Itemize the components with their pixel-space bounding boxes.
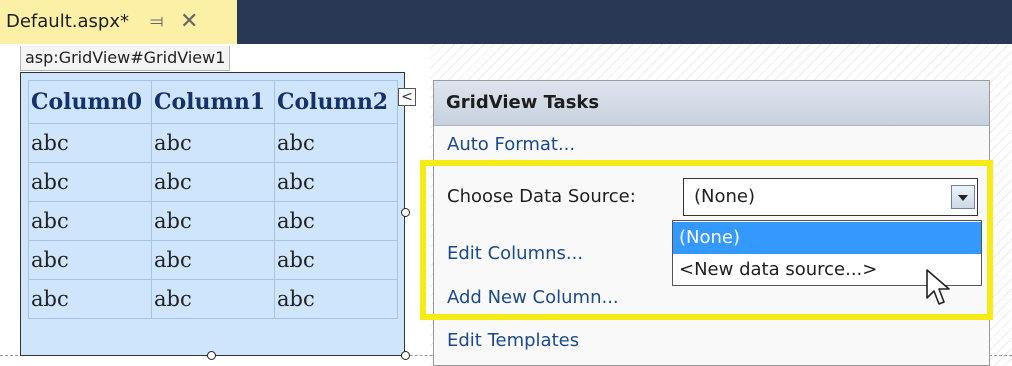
table-row: abc abc abc — [28, 240, 398, 280]
auto-format-link[interactable]: Auto Format... — [447, 134, 575, 155]
column-header: Column2 — [274, 80, 398, 124]
resize-handle-bottom[interactable] — [207, 351, 216, 360]
dropdown-arrow-button[interactable] — [951, 185, 975, 209]
table-cell: abc — [274, 123, 398, 163]
chevron-down-icon — [958, 195, 968, 201]
edit-templates-link[interactable]: Edit Templates — [447, 330, 579, 351]
table-cell: abc — [274, 279, 398, 319]
pin-icon[interactable]: ⫤ — [150, 0, 164, 44]
data-source-select[interactable]: (None) — [683, 178, 978, 216]
table-cell: abc — [28, 201, 152, 241]
table-cell: abc — [151, 201, 275, 241]
table-row: abc abc abc — [28, 123, 398, 163]
element-breadcrumb[interactable]: asp:GridView#GridView1 — [20, 46, 231, 71]
smart-tag-button[interactable]: < — [398, 88, 416, 106]
document-tab[interactable]: Default.aspx* ⫤ ✕ — [0, 0, 237, 44]
column-header: Column0 — [28, 80, 152, 124]
column-header: Column1 — [151, 80, 275, 124]
table-cell: abc — [274, 201, 398, 241]
table-header-row: Column0 Column1 Column2 — [28, 80, 398, 124]
table-cell: abc — [28, 240, 152, 280]
table-cell: abc — [151, 123, 275, 163]
table-cell: abc — [28, 279, 152, 319]
table-row: abc abc abc — [28, 162, 398, 202]
resize-handle-corner[interactable] — [401, 351, 410, 360]
close-icon[interactable]: ✕ — [180, 0, 198, 44]
table-row: abc abc abc — [28, 201, 398, 241]
document-tab-title[interactable]: Default.aspx* — [6, 0, 129, 44]
table-cell: abc — [274, 240, 398, 280]
table-cell: abc — [151, 162, 275, 202]
resize-handle-right[interactable] — [401, 208, 410, 217]
dropdown-option-none[interactable]: (None) — [673, 222, 981, 254]
tasks-panel-header: GridView Tasks — [434, 81, 989, 126]
tasks-panel-title: GridView Tasks — [446, 92, 600, 113]
table-row: abc abc abc — [28, 279, 398, 319]
data-source-selected-value: (None) — [694, 186, 756, 207]
table-cell: abc — [151, 279, 275, 319]
gridview-table[interactable]: Column0 Column1 Column2 abc abc abc abc … — [28, 80, 398, 319]
table-cell: abc — [151, 240, 275, 280]
table-cell: abc — [274, 162, 398, 202]
table-cell: abc — [28, 123, 152, 163]
mouse-cursor-icon — [926, 269, 950, 305]
table-cell: abc — [28, 162, 152, 202]
